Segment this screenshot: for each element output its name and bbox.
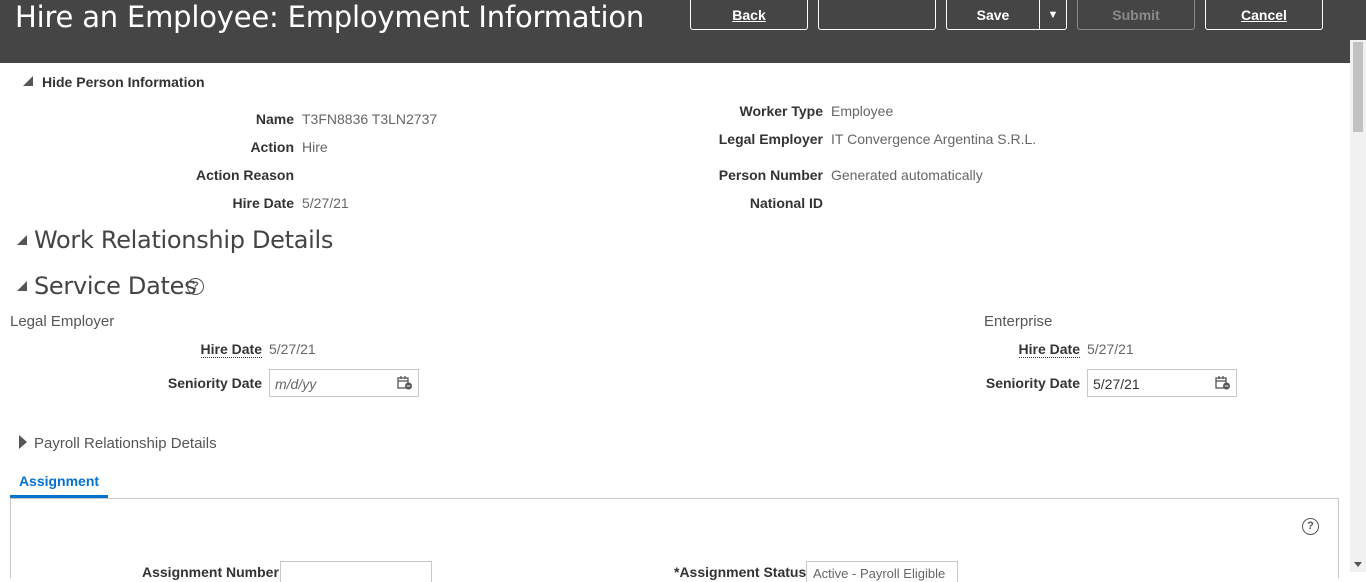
back-button[interactable]: Back <box>690 0 808 30</box>
work-relationship-heading[interactable]: Work Relationship Details <box>34 226 333 254</box>
ent-hire-date-label[interactable]: Hire Date <box>1018 341 1080 358</box>
legal-employer-label: Legal Employer <box>718 131 823 147</box>
save-dropdown-icon[interactable]: ▼ <box>1039 0 1067 30</box>
help-icon[interactable]: ? <box>1302 518 1319 535</box>
hire-date-value: 5/27/21 <box>302 195 349 211</box>
page-title: Hire an Employee: Employment Information <box>15 0 645 34</box>
submit-button[interactable]: Submit <box>1077 0 1195 30</box>
enterprise-heading: Enterprise <box>984 313 1053 330</box>
person-number-value: Generated automatically <box>831 167 983 183</box>
help-icon[interactable]: ? <box>187 278 204 295</box>
collapse-icon[interactable] <box>23 76 33 86</box>
assignment-number-label: Assignment Number <box>142 564 279 580</box>
action-reason-label: Action Reason <box>195 167 294 183</box>
national-id-label: National ID <box>749 195 823 211</box>
action-value: Hire <box>302 139 328 155</box>
scroll-down-icon[interactable] <box>1354 562 1362 567</box>
le-hire-date-label[interactable]: Hire Date <box>200 341 262 358</box>
action-label: Action <box>250 139 294 155</box>
le-seniority-date-input[interactable]: m/d/yy <box>269 369 419 397</box>
le-seniority-date-label: Seniority Date <box>167 375 262 391</box>
person-number-label: Person Number <box>718 167 823 183</box>
worker-type-label: Worker Type <box>739 103 823 119</box>
save-button[interactable]: Save <box>946 0 1040 30</box>
blank-button[interactable] <box>818 0 936 30</box>
name-value: T3FN8836 T3LN2737 <box>302 111 438 127</box>
name-label: Name <box>255 111 294 127</box>
worker-type-value: Employee <box>831 103 894 119</box>
ent-seniority-date-input[interactable]: 5/27/21 <box>1087 369 1237 397</box>
calendar-icon[interactable] <box>397 376 413 390</box>
payroll-relationship-heading[interactable]: Payroll Relationship Details <box>34 435 217 452</box>
tab-assignment[interactable]: Assignment <box>10 470 108 498</box>
ent-hire-date-value: 5/27/21 <box>1087 341 1134 357</box>
hire-date-label: Hire Date <box>232 195 294 211</box>
assignment-status-value: Active - Payroll Eligible <box>813 566 946 581</box>
le-hire-date-value: 5/27/21 <box>269 341 316 357</box>
collapse-icon[interactable] <box>17 235 27 245</box>
hide-person-info-toggle[interactable]: Hide Person Information <box>42 74 205 90</box>
legal-employer-value: IT Convergence Argentina S.R.L. <box>831 131 1037 147</box>
page-header: Hire an Employee: Employment Information… <box>0 0 1366 63</box>
expand-icon[interactable] <box>19 435 27 449</box>
calendar-icon[interactable] <box>1215 376 1231 390</box>
ent-seniority-date-label: Seniority Date <box>985 375 1080 391</box>
assignment-status-label: *Assignment Status <box>674 564 807 580</box>
scrollbar-thumb[interactable] <box>1353 42 1363 132</box>
collapse-icon[interactable] <box>17 281 27 291</box>
service-dates-heading[interactable]: Service Dates <box>34 272 197 300</box>
legal-employer-heading: Legal Employer <box>10 313 115 330</box>
vertical-scrollbar[interactable] <box>1350 40 1366 572</box>
cancel-button[interactable]: Cancel <box>1205 0 1323 30</box>
